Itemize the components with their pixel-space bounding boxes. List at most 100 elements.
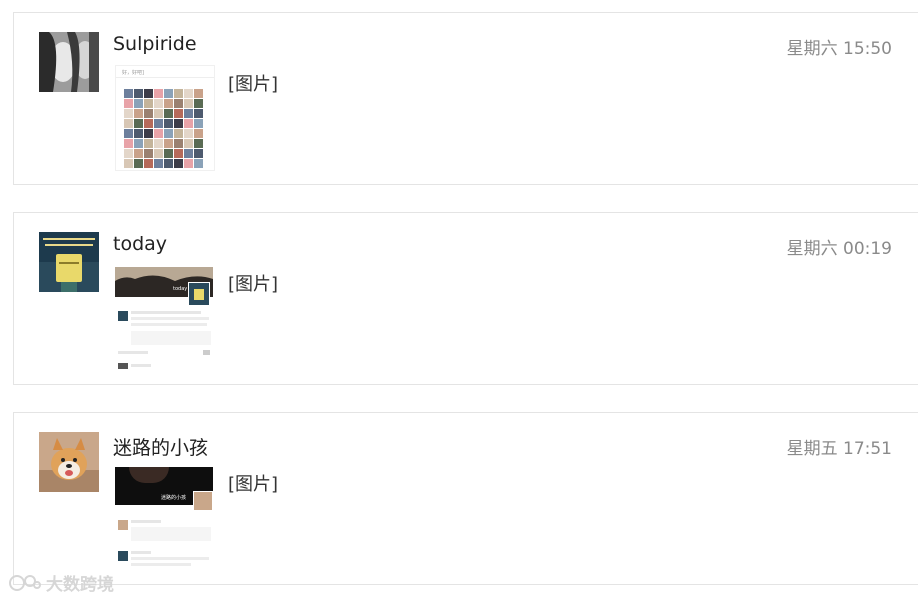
banner-title: today: [173, 286, 188, 292]
reply-avatar: [118, 363, 128, 369]
grid-photo: [144, 139, 153, 148]
logo-icon: [9, 574, 41, 591]
grid-photo: [134, 149, 143, 158]
grid-photo: [124, 99, 133, 108]
avatar[interactable]: [39, 432, 99, 492]
thumbnail-caption: 好，好吧]: [122, 70, 144, 76]
watermark-text: 大数跨境: [46, 575, 114, 595]
grid-photo: [194, 159, 203, 168]
thumbnail-banner: today: [115, 267, 213, 306]
comment-line: [131, 317, 209, 320]
grid-photo: [124, 89, 133, 98]
avatar[interactable]: [39, 32, 99, 92]
grid-photo: [154, 99, 163, 108]
grid-photo: [194, 109, 203, 118]
grid-photo: [134, 139, 143, 148]
grid-photo: [194, 149, 203, 158]
grid-photo: [184, 119, 193, 128]
grid-photo: [184, 139, 193, 148]
grid-photo: [154, 149, 163, 158]
grid-photo: [134, 89, 143, 98]
image-thumbnail[interactable]: today: [115, 267, 213, 371]
comment-icon: [203, 350, 210, 355]
grid-photo: [134, 119, 143, 128]
grid-photo: [194, 89, 203, 98]
banner-avatar: [193, 491, 213, 511]
grid-photo: [164, 129, 173, 138]
grid-photo: [124, 149, 133, 158]
image-message-label: [图片]: [228, 74, 279, 95]
image-thumbnail[interactable]: 好，好吧]: [115, 65, 215, 171]
grid-photo: [154, 119, 163, 128]
message-time: 星期六 15:50: [786, 39, 892, 59]
grid-photo: [144, 119, 153, 128]
grid-photo: [164, 99, 173, 108]
grid-photo: [174, 119, 183, 128]
grid-photo: [124, 139, 133, 148]
grid-photo: [134, 159, 143, 168]
message-time: 星期五 17:51: [786, 439, 892, 459]
grid-photo: [144, 89, 153, 98]
grid-photo: [184, 129, 193, 138]
avatar[interactable]: [39, 232, 99, 292]
grid-photo: [184, 89, 193, 98]
grid-photo: [174, 129, 183, 138]
comment-line: [131, 563, 191, 566]
banner-shape: [129, 467, 169, 483]
grid-photo: [184, 159, 193, 168]
contact-name: Sulpiride: [113, 33, 197, 55]
book-cover-avatar-icon: [39, 232, 99, 292]
grid-photo: [124, 109, 133, 118]
thumbnail-banner: 迷路的小孩: [115, 467, 213, 511]
comment-avatar: [118, 520, 128, 530]
grid-photo: [164, 149, 173, 158]
grid-photo: [124, 119, 133, 128]
grid-photo: [134, 109, 143, 118]
comment-meta: [118, 351, 148, 354]
dog-avatar-icon: [39, 432, 99, 492]
grid-photo: [134, 129, 143, 138]
grid-photo: [164, 159, 173, 168]
banner-title: 迷路的小孩: [161, 495, 187, 501]
thumbnail-divider: [116, 77, 214, 78]
grid-photo: [144, 159, 153, 168]
grid-photo: [144, 149, 153, 158]
grid-photo: [194, 119, 203, 128]
grid-photo: [184, 149, 193, 158]
grid-photo: [144, 99, 153, 108]
contact-name: 迷路的小孩: [113, 437, 209, 459]
grid-photo: [184, 109, 193, 118]
grid-photo: [144, 129, 153, 138]
grid-photo: [174, 109, 183, 118]
grid-photo: [154, 89, 163, 98]
comment-avatar: [118, 551, 128, 561]
contact-name: today: [113, 233, 168, 255]
comment-line: [131, 311, 201, 314]
watermark: 大数跨境: [8, 570, 114, 595]
grid-photo: [174, 89, 183, 98]
grid-photo: [174, 159, 183, 168]
quote-box: [131, 527, 211, 541]
message-item[interactable]: today 星期六 00:19 today [图片]: [13, 212, 918, 385]
message-item[interactable]: 迷路的小孩 星期五 17:51 迷路的小孩 [图片]: [13, 412, 918, 585]
reply-line: [131, 364, 151, 367]
grid-photo: [124, 159, 133, 168]
image-message-label: [图片]: [228, 474, 279, 495]
message-item[interactable]: Sulpiride 星期六 15:50 好，好吧] [图片]: [13, 12, 918, 185]
comment-line: [131, 323, 207, 326]
grid-photo: [184, 99, 193, 108]
grid-photo: [154, 159, 163, 168]
grid-photo: [164, 89, 173, 98]
message-time: 星期六 00:19: [786, 239, 892, 259]
grid-photo: [194, 129, 203, 138]
grid-photo: [164, 109, 173, 118]
grid-photo: [174, 139, 183, 148]
image-message-label: [图片]: [228, 274, 279, 295]
grid-photo: [194, 139, 203, 148]
grid-photo: [144, 109, 153, 118]
grid-photo: [164, 139, 173, 148]
banner-avatar: [188, 282, 210, 306]
grid-photo: [164, 119, 173, 128]
grid-photo: [154, 139, 163, 148]
image-thumbnail[interactable]: 迷路的小孩: [115, 467, 213, 571]
